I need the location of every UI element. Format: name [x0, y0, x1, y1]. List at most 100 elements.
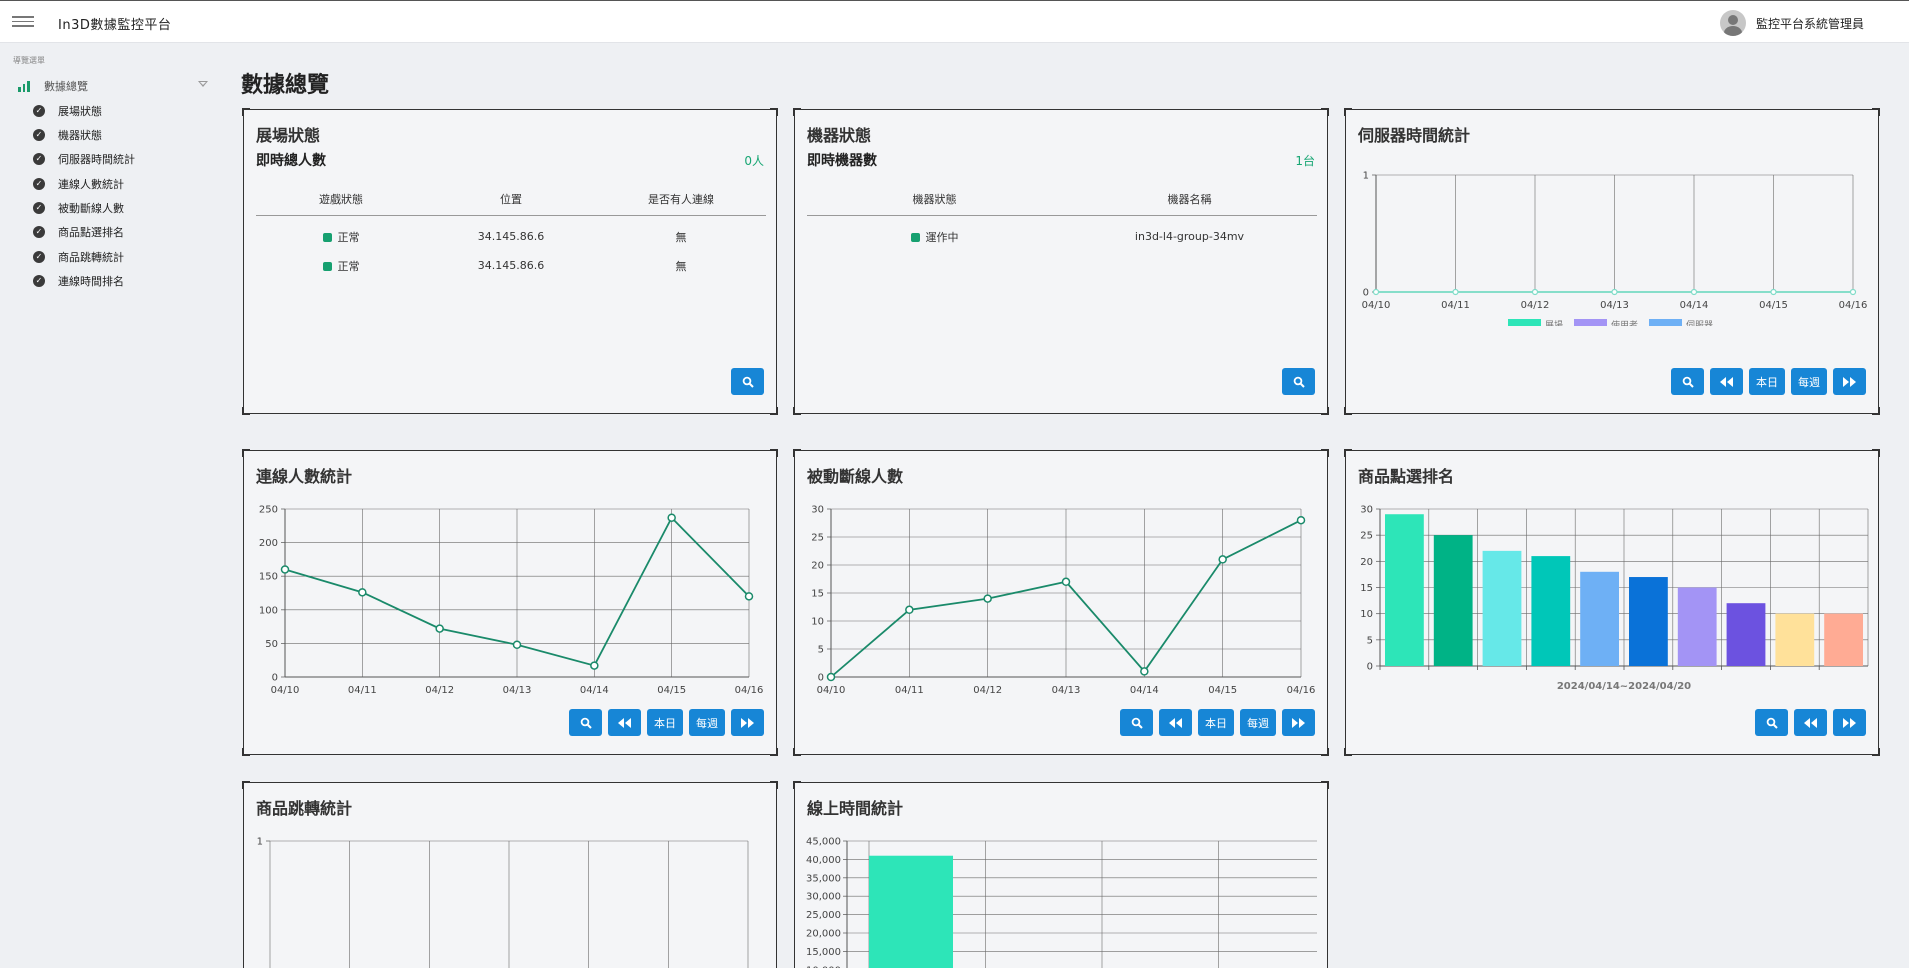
- machine-name-cell: in3d-l4-group-34mv: [1134, 230, 1245, 243]
- data-point: [1372, 288, 1380, 296]
- sidebar-item-product-jump[interactable]: ✓ 商品跳轉統計: [33, 249, 124, 265]
- metric-value: 1台: [1295, 154, 1315, 168]
- table-header: 遊戲狀態 位置 是否有人連線: [256, 182, 766, 216]
- data-point: [905, 605, 914, 615]
- data-point: [1296, 515, 1306, 525]
- sidebar-item-online-time[interactable]: ✓ 連線時間排名: [33, 273, 124, 289]
- search-button[interactable]: [731, 368, 764, 395]
- y-tick-label: 5: [818, 645, 824, 656]
- rewind-button[interactable]: [608, 709, 641, 736]
- server-time-chart: 0 1 04/10 04/11 04/12 04/13 04/14 04/15 04/16 展場 使…: [1362, 171, 1867, 326]
- column-header: 遊戲狀態: [319, 192, 363, 206]
- fast-forward-button[interactable]: [1282, 709, 1315, 736]
- data-point: [1061, 577, 1071, 587]
- today-button[interactable]: 本日: [1198, 709, 1234, 736]
- avatar: [1719, 10, 1746, 36]
- bar: [1580, 571, 1619, 666]
- search-button[interactable]: [1282, 368, 1315, 395]
- x-tick-label: 04/12: [973, 685, 1002, 696]
- rewind-button[interactable]: [1159, 709, 1192, 736]
- search-button[interactable]: [1755, 709, 1788, 736]
- location-cell: 34.145.86.6: [477, 230, 545, 243]
- today-button[interactable]: 本日: [1749, 368, 1785, 395]
- connections-card: 連線人數統計 0 50 100 150 200 250 04/10 04/11 04/12 04/…: [242, 449, 778, 756]
- y-tick-label: 40,000: [806, 855, 841, 866]
- bar: [1629, 577, 1668, 666]
- table-row: 正常 34.145.86.6 無: [256, 222, 766, 251]
- column-header: 是否有人連線: [648, 192, 714, 206]
- x-tick-label: 04/15: [1208, 685, 1237, 696]
- x-tick-label: 04/11: [348, 685, 377, 696]
- product-rank-chart: 0 5 10 15 20 25 30 2024/04/14~2024/04/20: [1360, 505, 1869, 692]
- user-name: 監控平台系統管理員: [1755, 16, 1864, 31]
- sidebar-item-label: 商品跳轉統計: [58, 251, 124, 264]
- user-menu[interactable]: 監控平台系統管理員: [1719, 10, 1864, 36]
- sidebar-item-disconnects[interactable]: ✓ 被動斷線人數: [33, 200, 124, 216]
- bar: [1824, 613, 1863, 666]
- y-tick-label: 0: [272, 673, 278, 684]
- weekly-button[interactable]: 每週: [689, 709, 725, 736]
- sidebar-item-product-rank[interactable]: ✓ 商品點選排名: [33, 224, 124, 240]
- metric-label: 即時總人數: [256, 153, 326, 169]
- data-point: [983, 594, 992, 603]
- rewind-button[interactable]: [1710, 368, 1743, 395]
- today-button[interactable]: 本日: [647, 709, 683, 736]
- product-jump-card: 商品跳轉統計 1: [242, 781, 778, 968]
- x-tick-label: 04/11: [1441, 300, 1470, 311]
- y-tick-label: 30: [1360, 505, 1373, 516]
- status-cell: 正常: [256, 229, 426, 245]
- search-icon: [1766, 717, 1778, 729]
- sidebar-item-machine[interactable]: ✓ 機器狀態: [33, 127, 102, 143]
- y-tick-label: 0: [1363, 288, 1369, 299]
- legend-label: 使用者: [1611, 319, 1638, 326]
- search-icon: [742, 376, 754, 388]
- button-group: 本日 每週: [569, 709, 764, 736]
- search-button[interactable]: [1671, 368, 1704, 395]
- search-icon: [580, 717, 592, 729]
- weekly-button[interactable]: 每週: [1791, 368, 1827, 395]
- weekly-button[interactable]: 每週: [1240, 709, 1276, 736]
- table-row: 正常 34.145.86.6 無: [256, 251, 766, 280]
- sidebar-item-connections[interactable]: ✓ 連線人數統計: [33, 176, 124, 192]
- menu-icon[interactable]: [12, 16, 34, 28]
- rewind-icon: [618, 717, 631, 728]
- data-point: [280, 565, 290, 574]
- fast-forward-button[interactable]: [1833, 709, 1866, 736]
- status-cell: 正常: [256, 258, 426, 274]
- y-tick-label: 1: [1363, 171, 1369, 182]
- data-point: [826, 672, 836, 682]
- rewind-button[interactable]: [1794, 709, 1827, 736]
- fast-forward-button[interactable]: [731, 709, 764, 736]
- fast-forward-button[interactable]: [1833, 368, 1866, 395]
- y-tick-label: 30: [811, 505, 824, 516]
- button-group: 本日 每週: [1671, 368, 1866, 395]
- legend-swatch: [1508, 319, 1541, 326]
- y-tick-label: 150: [259, 572, 278, 583]
- x-axis-label: 2024/04/14~2024/04/20: [1557, 681, 1691, 692]
- sidebar-item-venue[interactable]: ✓ 展場狀態: [33, 103, 102, 119]
- search-button[interactable]: [1120, 709, 1153, 736]
- check-circle-icon: ✓: [33, 202, 45, 214]
- button-group: [1755, 709, 1866, 736]
- app-title: In3D數據監控平台: [58, 18, 172, 33]
- check-circle-icon: ✓: [33, 275, 45, 287]
- location-cell: 34.145.86.6: [477, 259, 545, 272]
- search-button[interactable]: [569, 709, 602, 736]
- y-tick-label: 100: [259, 605, 278, 616]
- status-dot: [910, 232, 920, 242]
- data-point: [744, 592, 754, 601]
- y-tick-label: 25: [1360, 531, 1373, 542]
- online-time-card: 線上時間統計 10,00015,00020,00025,00030,00035,…: [793, 781, 1329, 968]
- bar: [1531, 556, 1571, 666]
- x-tick-label: 04/16: [735, 685, 764, 696]
- y-tick-label: 15: [1360, 583, 1373, 594]
- x-tick-label: 04/13: [1052, 685, 1081, 696]
- check-circle-icon: ✓: [33, 251, 45, 263]
- y-tick-label: 20: [1360, 557, 1373, 568]
- connected-cell: 無: [675, 230, 687, 244]
- nav-group-overview[interactable]: 數據總覽: [18, 77, 208, 95]
- x-tick-label: 04/15: [1759, 300, 1788, 311]
- sidebar-item-server-time[interactable]: ✓ 伺服器時間統計: [33, 151, 135, 167]
- y-tick-label: 35,000: [806, 873, 841, 884]
- sidebar-item-label: 伺服器時間統計: [58, 153, 135, 166]
